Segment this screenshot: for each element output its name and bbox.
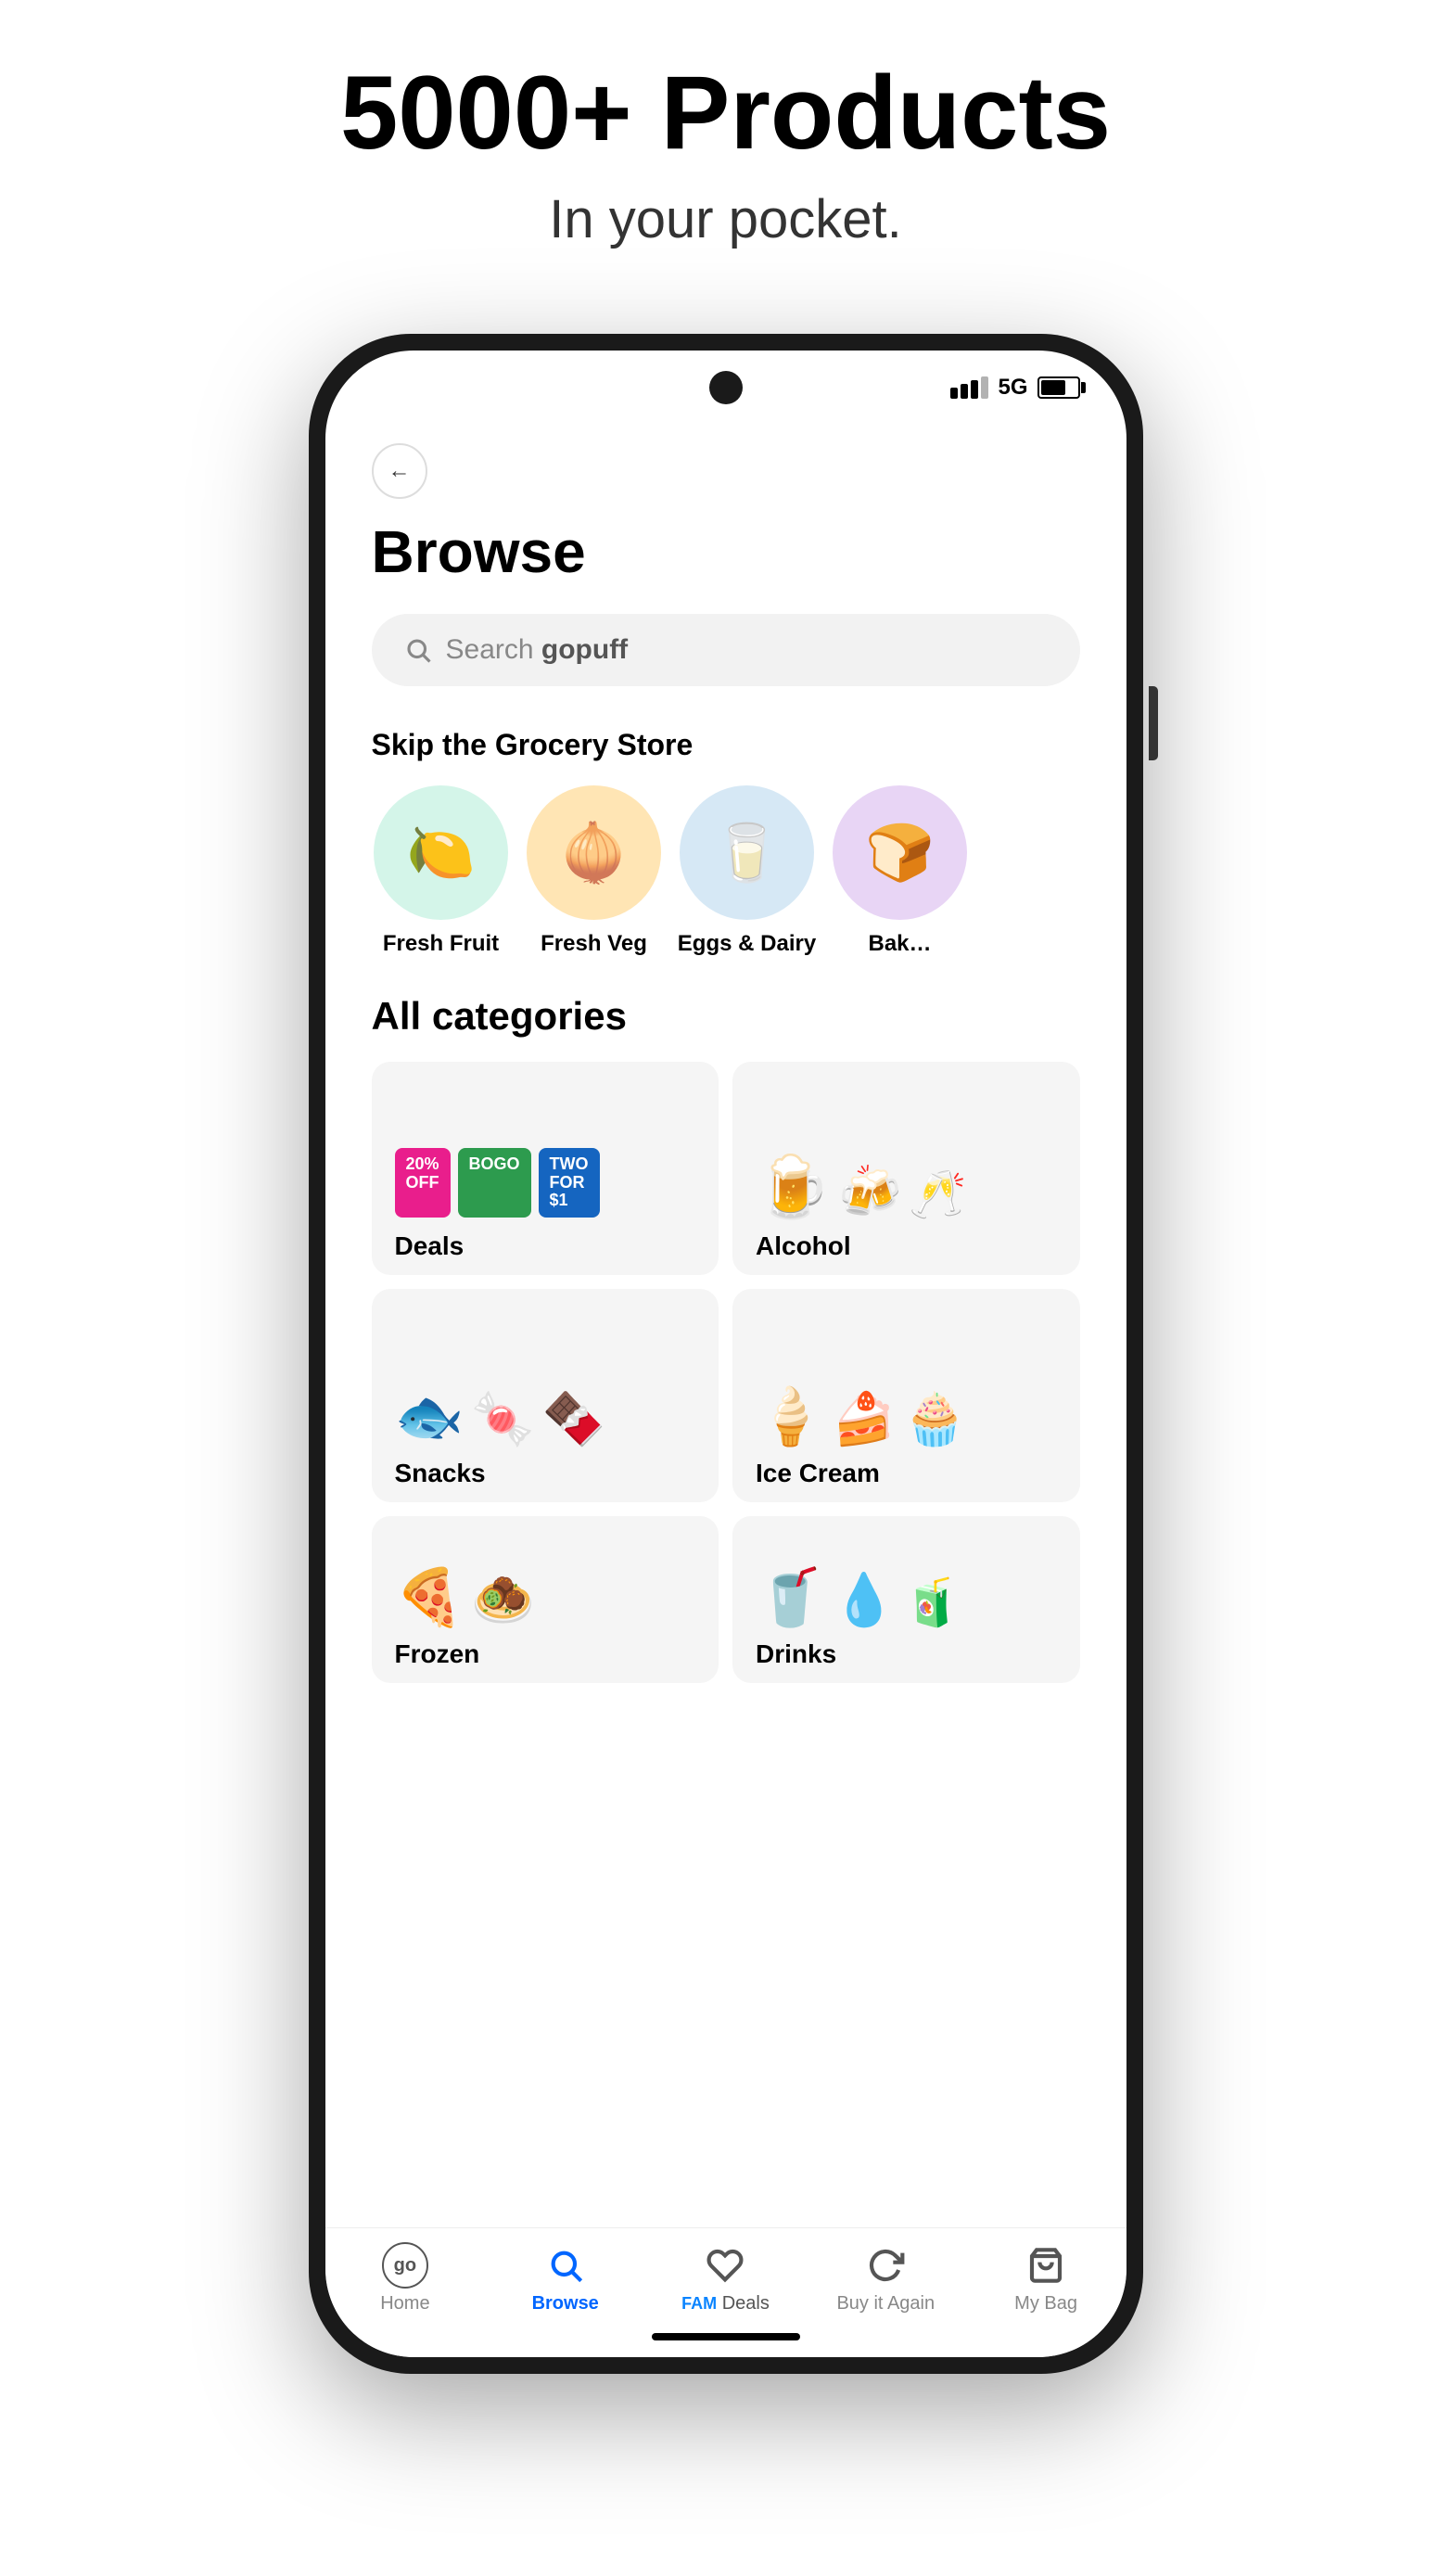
camera-notch (709, 371, 743, 404)
category-bakery[interactable]: 🍞 Bak… (831, 785, 970, 957)
ice-cream-emoji-1: 🍦 (756, 1384, 825, 1449)
snack-emoji-2: 🍬 (471, 1389, 534, 1449)
alcohol-emoji-3: 🥂 (909, 1167, 966, 1222)
all-categories-title: All categories (372, 994, 1080, 1039)
back-button[interactable]: ← (372, 443, 427, 499)
ice-cream-emoji-2: 🍰 (833, 1389, 896, 1449)
fresh-veg-circle: 🧅 (527, 785, 661, 920)
signal-icon (950, 376, 988, 399)
category-fresh-veg[interactable]: 🧅 Fresh Veg (525, 785, 664, 957)
hero-subtitle: In your pocket. (549, 188, 901, 250)
phone-screen: 5G ← Browse (325, 351, 1126, 2357)
battery-fill (1041, 380, 1066, 395)
alcohol-label: Alcohol (756, 1231, 1057, 1261)
category-eggs-dairy[interactable]: 🥛 Eggs & Dairy (678, 785, 817, 957)
frozen-label: Frozen (395, 1639, 696, 1669)
home-indicator (652, 2333, 800, 2340)
bakery-circle: 🍞 (833, 785, 967, 920)
ice-cream-products: 🍦 🍰 🧁 (756, 1384, 1057, 1449)
category-card-deals[interactable]: 20%OFF BOGO TWOFOR$1 Deals (372, 1062, 719, 1275)
grocery-categories-row: 🍋 Fresh Fruit 🧅 Fresh Veg 🥛 Eggs & Dairy… (372, 785, 1080, 957)
power-button (1149, 686, 1158, 760)
ice-cream-emoji-3: 🧁 (903, 1389, 966, 1449)
status-bar: 5G (325, 351, 1126, 425)
fresh-fruit-label: Fresh Fruit (383, 931, 499, 957)
category-card-ice-cream[interactable]: 🍦 🍰 🧁 Ice Cream (732, 1289, 1080, 1502)
fam-text: FAM (681, 2294, 717, 2313)
bakery-label: Bak… (868, 931, 931, 957)
eggs-dairy-circle: 🥛 (680, 785, 814, 920)
category-card-alcohol[interactable]: 🍺 🍻 🥂 Alcohol (732, 1062, 1080, 1275)
alcohol-emoji-1: 🍺 (756, 1152, 831, 1222)
deal-tag-percent: 20%OFF (395, 1148, 451, 1218)
phone-outer-frame: 5G ← Browse (309, 334, 1143, 2374)
drinks-label: Drinks (756, 1639, 1057, 1669)
drinks-products: 🥤 💧 🧃 (756, 1564, 1057, 1630)
phone-mockup: 5G ← Browse (309, 334, 1143, 2374)
category-card-drinks[interactable]: 🥤 💧 🧃 Drinks (732, 1516, 1080, 1683)
category-fresh-fruit[interactable]: 🍋 Fresh Fruit (372, 785, 511, 957)
nav-item-browse[interactable]: Browse (485, 2242, 645, 2315)
browse-icon (542, 2242, 589, 2289)
status-right: 5G (950, 375, 1079, 401)
deals-label: Deals (395, 1231, 696, 1261)
bag-icon (1023, 2242, 1069, 2289)
page-title: Browse (372, 517, 1080, 586)
fresh-veg-label: Fresh Veg (541, 931, 647, 957)
back-arrow-icon: ← (388, 458, 411, 484)
home-icon: go (382, 2242, 428, 2289)
search-brand: gopuff (541, 634, 628, 665)
hero-title: 5000+ Products (340, 56, 1111, 170)
browse-nav-label: Browse (532, 2293, 599, 2315)
snack-emoji-1: 🐟 (395, 1384, 465, 1449)
fam-deals-icon (702, 2242, 748, 2289)
frozen-products: 🍕 🧆 (395, 1564, 696, 1630)
search-placeholder: Search gopuff (446, 634, 629, 666)
nav-item-my-bag[interactable]: My Bag (966, 2242, 1126, 2315)
deal-tag-bogo: BOGO (458, 1148, 531, 1218)
network-type: 5G (998, 375, 1027, 401)
category-card-snacks[interactable]: 🐟 🍬 🍫 Snacks (372, 1289, 719, 1502)
ice-cream-label: Ice Cream (756, 1459, 1057, 1488)
search-icon (404, 636, 432, 664)
battery-icon (1037, 376, 1080, 399)
fresh-fruit-circle: 🍋 (374, 785, 508, 920)
drinks-emoji-2: 💧 (833, 1570, 896, 1630)
deal-tag-two-for: TWOFOR$1 (539, 1148, 600, 1218)
home-nav-label: Home (380, 2293, 429, 2315)
drinks-emoji-1: 🥤 (756, 1564, 825, 1630)
nav-item-buy-again[interactable]: Buy it Again (806, 2242, 966, 2315)
drinks-emoji-3: 🧃 (903, 1575, 961, 1630)
frozen-emoji-1: 🍕 (395, 1564, 465, 1630)
snack-products: 🐟 🍬 🍫 (395, 1384, 696, 1449)
frozen-emoji-2: 🧆 (471, 1570, 534, 1630)
search-bar[interactable]: Search gopuff (372, 614, 1080, 686)
alcohol-products: 🍺 🍻 🥂 (756, 1152, 1057, 1222)
all-categories-grid: 20%OFF BOGO TWOFOR$1 Deals 🍺 🍻 🥂 (372, 1062, 1080, 1683)
grocery-section-title: Skip the Grocery Store (372, 728, 1080, 762)
fam-deals-nav-label: FAM Deals (681, 2293, 770, 2315)
nav-item-fam-deals[interactable]: FAM Deals (645, 2242, 806, 2315)
nav-item-home[interactable]: go Home (325, 2242, 486, 2315)
buy-again-nav-label: Buy it Again (836, 2293, 935, 2315)
category-card-frozen[interactable]: 🍕 🧆 Frozen (372, 1516, 719, 1683)
deals-icons: 20%OFF BOGO TWOFOR$1 (395, 1148, 696, 1218)
snack-emoji-3: 🍫 (542, 1389, 605, 1449)
home-go-circle: go (382, 2242, 428, 2289)
snacks-label: Snacks (395, 1459, 696, 1488)
my-bag-nav-label: My Bag (1014, 2293, 1077, 2315)
eggs-dairy-label: Eggs & Dairy (678, 931, 816, 957)
alcohol-emoji-2: 🍻 (838, 1162, 901, 1222)
app-content: ← Browse Search gopuff Skip the Grocery … (325, 425, 1126, 2227)
buy-again-icon (862, 2242, 909, 2289)
